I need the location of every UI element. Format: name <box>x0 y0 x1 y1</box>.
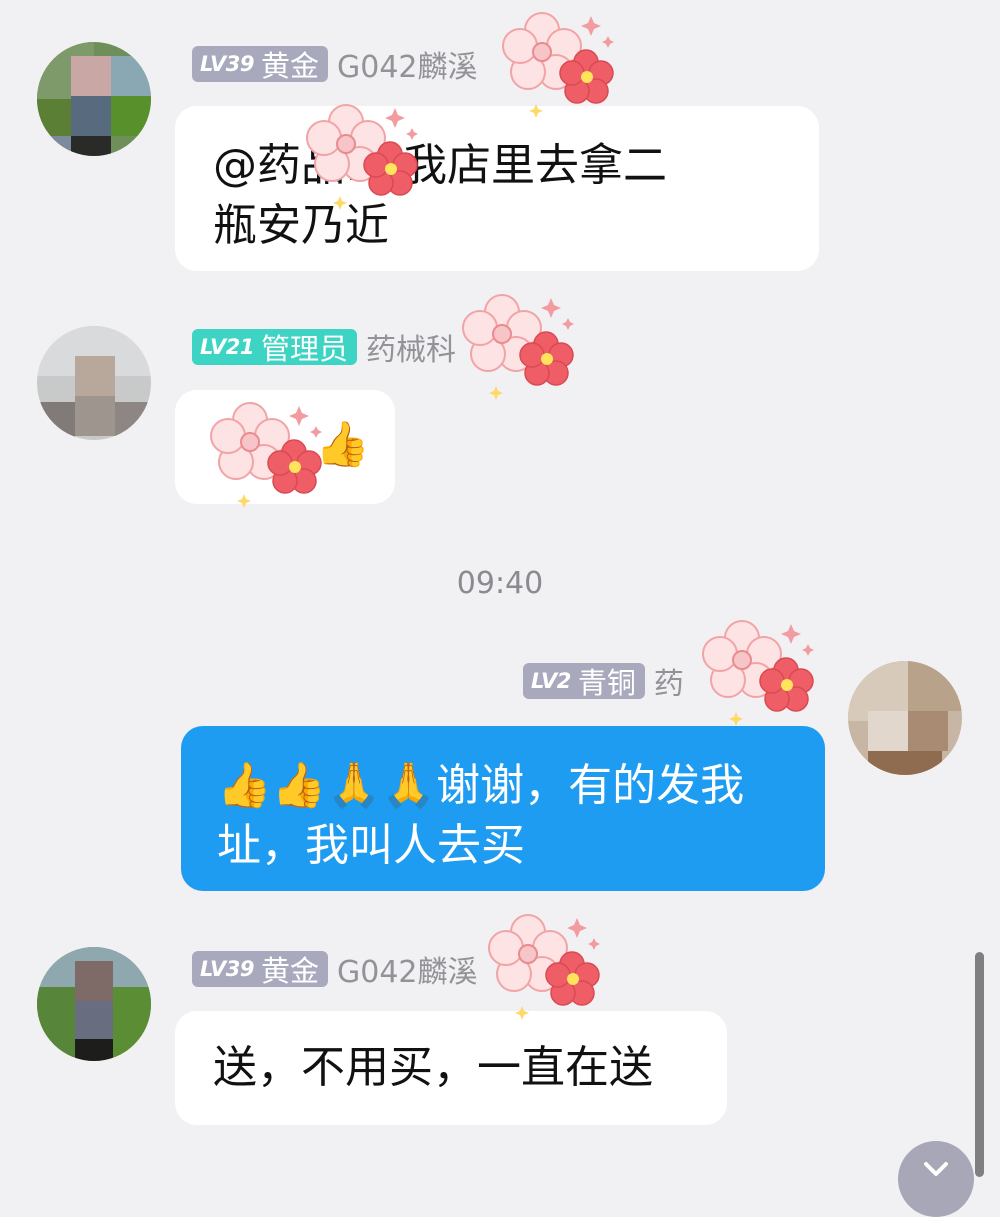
flower-sticker <box>488 914 601 1021</box>
message-bubble[interactable]: @药品… 我店里去拿二 瓶安乃近 <box>175 106 819 271</box>
flower-sticker <box>306 104 419 211</box>
message-line: 👍👍🙏🙏谢谢，有的发我 <box>217 760 745 811</box>
level-badge: LV2 青铜 <box>523 663 645 700</box>
rank-label: 青铜 <box>577 666 636 700</box>
rank-label: 黄金 <box>260 49 319 83</box>
flower-sticker <box>502 12 615 119</box>
level-badge: LV39 黄金 <box>192 46 328 83</box>
sender-name[interactable]: 药 <box>654 659 684 703</box>
message-bubble-self[interactable]: 👍👍🙏🙏谢谢，有的发我 址，我叫人去买 <box>181 726 825 891</box>
avatar[interactable] <box>848 661 962 775</box>
sender-name[interactable]: G042麟溪 <box>337 42 478 86</box>
avatar[interactable] <box>37 947 151 1061</box>
scroll-to-bottom-button[interactable] <box>898 1141 974 1217</box>
message-meta: LV39 黄金 G042麟溪 <box>192 46 478 85</box>
message-meta: LV21 管理员 药械科 <box>192 329 456 368</box>
avatar[interactable] <box>37 326 151 440</box>
flower-sticker <box>210 402 323 509</box>
message-bubble[interactable]: 送，不用买，一直在送 <box>175 1011 727 1125</box>
admin-badge: LV21 管理员 <box>192 329 357 366</box>
flower-sticker <box>702 620 815 727</box>
scrollbar[interactable] <box>975 952 984 1177</box>
message-line: 址，我叫人去买 <box>217 820 525 871</box>
avatar[interactable] <box>37 42 151 156</box>
message-line: 送，不用买，一直在送 <box>213 1042 653 1093</box>
flower-sticker <box>462 294 575 401</box>
chevron-down-icon <box>924 1162 948 1176</box>
message-meta: LV39 黄金 G042麟溪 <box>192 951 478 990</box>
level-number: LV2 <box>531 669 571 693</box>
level-badge: LV39 黄金 <box>192 951 328 988</box>
rank-label: 黄金 <box>260 954 319 988</box>
rank-label: 管理员 <box>260 332 348 366</box>
timestamp: 09:40 <box>456 566 544 601</box>
sender-name[interactable]: 药械科 <box>366 325 456 369</box>
message-meta: LV2 青铜 药 <box>523 663 684 702</box>
sender-name[interactable]: G042麟溪 <box>337 947 478 991</box>
level-number: LV39 <box>200 52 254 76</box>
level-number: LV39 <box>200 957 254 981</box>
level-number: LV21 <box>200 335 254 359</box>
